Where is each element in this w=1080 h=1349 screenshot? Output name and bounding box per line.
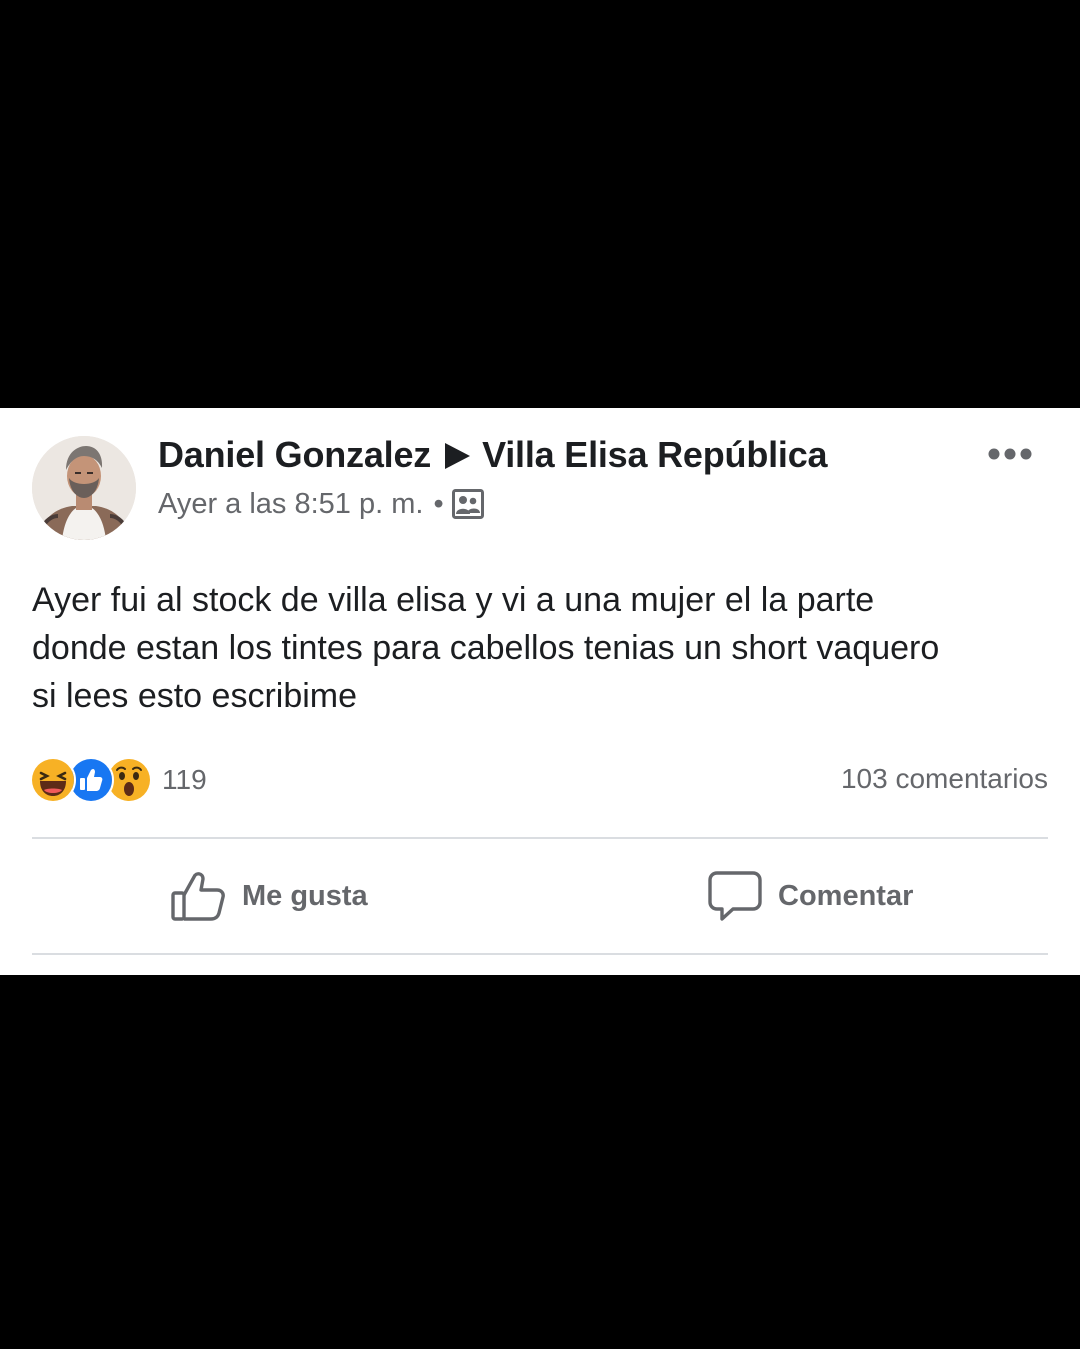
post-header-title: Daniel Gonzalez Villa Elisa República <box>158 434 828 476</box>
thumbs-up-icon <box>171 872 225 921</box>
author-name[interactable]: Daniel Gonzalez <box>158 434 431 475</box>
avatar[interactable] <box>32 436 136 540</box>
post-text-line: Ayer fui al stock de villa elisa y vi a … <box>32 581 875 619</box>
post-body: Ayer fui al stock de villa elisa y vi a … <box>32 576 1048 720</box>
comment-button[interactable]: Comentar <box>708 868 913 924</box>
comment-label: Comentar <box>778 879 914 912</box>
group-name[interactable]: Villa Elisa República <box>482 434 827 475</box>
post-meta: Ayer a las 8:51 p. m. • <box>158 488 484 527</box>
reactions-summary[interactable]: 119 <box>30 757 207 803</box>
group-icon <box>451 489 484 527</box>
avatar-image <box>32 436 136 540</box>
divider <box>32 837 1048 839</box>
like-button[interactable]: Me gusta <box>170 868 368 924</box>
like-label: Me gusta <box>242 879 368 912</box>
more-options-icon[interactable] <box>984 442 1036 466</box>
post-text-line: si lees esto escribime <box>32 677 358 715</box>
comments-count-link[interactable]: 103 comentarios <box>841 763 1048 795</box>
haha-icon <box>30 757 76 803</box>
meta-separator: • <box>433 488 444 520</box>
divider <box>32 953 1048 955</box>
post-card: Daniel Gonzalez Villa Elisa República Aye… <box>0 408 1080 975</box>
post-timestamp[interactable]: Ayer a las 8:51 p. m. <box>158 488 423 520</box>
comment-bubble-icon <box>708 871 762 921</box>
reaction-count: 119 <box>162 764 207 795</box>
arrow-right-icon <box>445 443 471 469</box>
post-text-line: donde estan los tintes para cabellos ten… <box>32 629 940 667</box>
